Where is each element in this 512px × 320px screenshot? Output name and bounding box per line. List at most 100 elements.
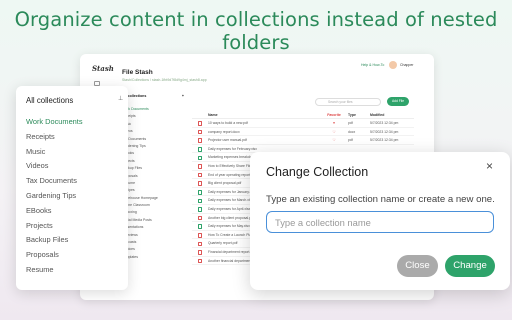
app-collection-item[interactable]: Resume [122, 180, 184, 187]
app-collection-item[interactable]: Gardening Tips [122, 143, 184, 150]
avatar[interactable] [389, 61, 397, 69]
app-collection-item[interactable]: Warehouse Homepage [122, 195, 184, 202]
col-name[interactable]: Name [192, 112, 320, 118]
file-name-label: Another big client proposal.pdf [208, 215, 254, 220]
document-file-icon [198, 233, 202, 238]
collection-item[interactable]: Proposals [26, 248, 83, 263]
document-file-icon [198, 138, 202, 144]
collection-item[interactable]: Music [26, 145, 83, 160]
collection-item[interactable]: Receipts [26, 130, 83, 145]
col-type[interactable]: Type [348, 112, 370, 118]
headline: Organize content in collections instead … [14, 8, 498, 54]
app-collection-item[interactable]: Unboxing [122, 209, 184, 216]
file-name: 10 ways to build a new.pdf [192, 119, 320, 127]
document-file-icon [198, 241, 202, 247]
app-collection-item[interactable]: Invoices [122, 246, 184, 253]
table-row[interactable]: 10 ways to build a new.pdf ♥ pdf 5/7/2023 1… [192, 119, 414, 128]
favorite-heart-icon[interactable]: ♥ [320, 119, 348, 127]
app-collection-item[interactable]: Interviews [122, 232, 184, 239]
document-file-icon [198, 250, 202, 255]
file-type: pdf [348, 138, 353, 143]
file-name-label: Daily expenses for May.xlsx [208, 224, 250, 229]
app-collection-item[interactable]: Videos [122, 128, 184, 135]
file-name-label: Projector user manual.pdf [208, 138, 247, 143]
app-collections-list: All collections + Work Documents Receipts… [122, 94, 184, 292]
document-file-icon [198, 164, 202, 169]
col-favorite[interactable]: Favorite [320, 112, 348, 118]
collection-item[interactable]: Gardening Tips [26, 189, 83, 204]
collection-item[interactable]: Resume [26, 263, 83, 278]
close-icon[interactable]: × [486, 159, 493, 173]
app-collection-item[interactable]: Presentations [122, 224, 184, 231]
file-modified: 5/7/2023 12:34 pm [370, 121, 399, 125]
file-name-label: Daily expenses for February.xlsx [208, 146, 257, 151]
app-collection-item[interactable]: Tax Documents [122, 136, 184, 143]
search-input[interactable]: Search your files [315, 98, 381, 106]
table-row[interactable]: Projector user manual.pdf ♡ pdf 5/7/2023 12… [192, 136, 414, 145]
collection-item[interactable]: Tax Documents [26, 174, 83, 189]
app-collection-item[interactable]: Receipts [122, 113, 184, 120]
collection-item[interactable]: Backup Files [26, 233, 83, 248]
document-file-icon [198, 215, 202, 221]
change-button[interactable]: Change [445, 255, 495, 277]
file-name-label: Quarterly report.pdf [208, 241, 238, 246]
spreadsheet-file-icon [198, 147, 202, 152]
file-name-label: Financial department report.pdf [208, 249, 256, 254]
file-name-label: End of year operating report.pdf [208, 172, 256, 177]
document-file-icon [198, 129, 202, 135]
collection-name-input[interactable] [266, 211, 494, 233]
app-breadcrumb: Stash/Collections / stash-1fbt9d7f8d9g4m… [122, 78, 207, 82]
app-collection-item[interactable]: Work Documents [122, 106, 184, 113]
app-collection-item[interactable]: Podcasts [122, 239, 184, 246]
app-collection-item[interactable]: Proposals [122, 173, 184, 180]
file-name-label: Daily expenses for March.xlsx [208, 198, 254, 203]
app-collection-item[interactable]: Backup Files [122, 165, 184, 172]
collections-panel: All collections ⊥ Work Documents Receipts… [16, 86, 128, 290]
add-file-button[interactable]: Add File [387, 97, 409, 106]
app-collection-item[interactable]: Social Media Posts [122, 217, 184, 224]
app-collection-item[interactable]: Online Classroom [122, 202, 184, 209]
file-modified: 5/7/2023 12:34 pm [370, 138, 399, 143]
document-file-icon [198, 258, 202, 264]
help-link[interactable]: Help & How-To [361, 63, 384, 67]
col-modified[interactable]: Modified [370, 112, 414, 118]
file-name-label: 10 ways to build a new.pdf [208, 121, 248, 125]
collections-title: All collections [26, 96, 74, 105]
add-collection-icon[interactable]: ⊥ [118, 95, 123, 102]
favorite-heart-icon[interactable]: ♡ [320, 128, 348, 136]
file-name-label: Daily expenses for January.xlsx [208, 189, 256, 194]
collection-item[interactable]: Videos [26, 159, 83, 174]
app-collection-item[interactable]: Recipes [122, 187, 184, 194]
collection-item[interactable]: Work Documents [26, 115, 83, 130]
collection-item[interactable]: EBooks [26, 204, 83, 219]
spreadsheet-file-icon [198, 207, 202, 212]
collection-item[interactable]: Projects [26, 219, 83, 234]
document-file-icon [198, 121, 202, 126]
app-collection-item[interactable]: Projects [122, 158, 184, 165]
file-type: pdf [348, 121, 353, 125]
close-button[interactable]: Close [397, 255, 438, 277]
file-modified: 5/7/2023 12:34 pm [370, 129, 399, 134]
file-name: company report.docx [192, 128, 320, 136]
spreadsheet-file-icon [198, 190, 202, 195]
spreadsheet-file-icon [198, 224, 202, 230]
file-name-label: Daily expenses for April.xlsx [208, 206, 251, 211]
spreadsheet-file-icon [198, 155, 202, 161]
file-type: docx [348, 129, 356, 134]
app-collection-item[interactable]: EBooks [122, 150, 184, 157]
spreadsheet-file-icon [198, 198, 202, 204]
app-collection-item[interactable]: Templates [122, 254, 184, 261]
app-collections-header: All collections + [122, 94, 184, 98]
dialog-prompt: Type an existing collection name or crea… [266, 194, 495, 205]
app-logo: Stash [92, 64, 114, 73]
user-menu[interactable]: Chapper [400, 63, 413, 67]
collections-list: Work Documents Receipts Music Videos Tax Doc… [26, 115, 83, 278]
file-name-label: company report.docx [208, 129, 240, 134]
table-header: Name Favorite Type Modified [192, 112, 414, 119]
add-collection-icon[interactable]: + [182, 94, 184, 98]
app-collection-item[interactable]: Music [122, 121, 184, 128]
dialog-title: Change Collection [266, 165, 369, 179]
file-name-label: Big client proposal.pdf [208, 181, 242, 186]
table-row[interactable]: company report.docx ♡ docx 5/7/2023 12:34 p… [192, 128, 414, 137]
favorite-heart-icon[interactable]: ♡ [320, 136, 348, 144]
